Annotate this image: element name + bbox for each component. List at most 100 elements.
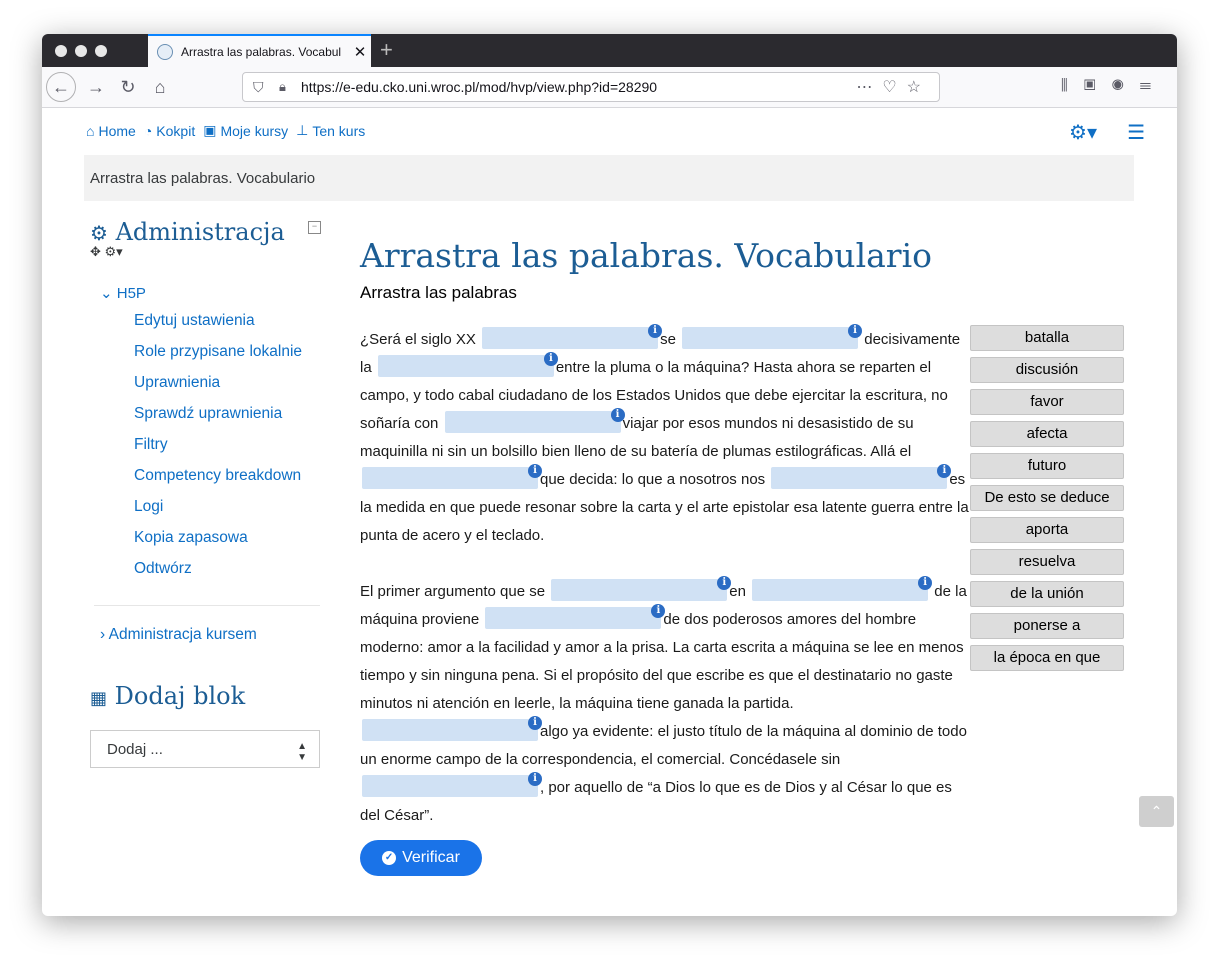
nav-ten-kurs-label[interactable]: Ten kurs xyxy=(312,123,365,139)
draggable-word[interactable]: discusión xyxy=(970,357,1124,383)
sidebar-item-edytuj-ustawienia[interactable]: Edytuj ustawienia xyxy=(134,312,326,343)
drop-zone[interactable]: i xyxy=(482,324,663,349)
page-title: Arrastra las palabras. Vocabulario xyxy=(360,236,932,275)
nav-home-label[interactable]: Home xyxy=(98,123,135,139)
verify-button[interactable]: ✓ Verificar xyxy=(360,840,482,876)
select-arrows-icon: ▲ ▼ xyxy=(297,741,307,763)
paragraph-2: El primer argumento que se i en i de la m… xyxy=(360,576,970,830)
text-segment: que decida: lo que a nosotros nos xyxy=(540,471,770,488)
sidebar-item-competency[interactable]: Competency breakdown xyxy=(134,467,326,498)
drop-zone[interactable]: i xyxy=(362,716,542,741)
sidebar-item-role[interactable]: Role przypisane lokalnie xyxy=(134,343,326,374)
drop-zone[interactable]: i xyxy=(377,352,558,377)
drop-zone[interactable]: i xyxy=(485,604,666,629)
toolbar-icons[interactable]: ⫼▣◉☰ xyxy=(1061,77,1167,94)
cogs-icon: ⚙ xyxy=(90,221,108,245)
drawer-toggle-icon[interactable]: ☰ xyxy=(1127,120,1145,145)
main-content: Arrastra las palabras. Vocabulario Arras… xyxy=(360,236,969,824)
draggable-word[interactable]: aporta xyxy=(970,517,1124,543)
blocks-icon: ▦ xyxy=(90,688,108,709)
draggable-word[interactable]: favor xyxy=(970,389,1124,415)
draggable-word[interactable]: afecta xyxy=(970,421,1124,447)
page-content: ⌂ Home ◔ Kokpit ▣ Moje kursy ⊥ Ten kurs ⚙▾ ☰… xyxy=(42,108,1177,916)
url-bar[interactable]: ⛉ 🔒︎ https://e-edu.cko.uni.wroc.pl/mod/h… xyxy=(242,72,940,102)
sidebar-item-kopia[interactable]: Kopia zapasowa xyxy=(134,529,326,560)
reload-button[interactable]: ↻ xyxy=(114,73,142,101)
drop-zone[interactable]: i xyxy=(362,464,542,489)
draggable-word[interactable]: De esto se deduce xyxy=(970,485,1124,511)
sidebar-item-uprawnienia[interactable]: Uprawnienia xyxy=(134,374,326,405)
settings-gear-icon[interactable]: ⚙▾ xyxy=(1069,120,1097,145)
sidebar-item-odtworz[interactable]: Odtwórz xyxy=(134,560,326,591)
info-icon[interactable]: i xyxy=(918,576,933,590)
text-segment: ¿Será el siglo XX xyxy=(360,331,481,348)
text-segment: en xyxy=(729,583,751,600)
text-segment: se xyxy=(660,331,681,348)
block-gear-icon[interactable]: ⚙▾ xyxy=(105,244,123,259)
tab-title: Arrastra las palabras. Vocabul xyxy=(181,44,342,59)
tree-course-admin[interactable]: › Administracja kursem xyxy=(100,626,326,644)
favicon-icon xyxy=(157,43,173,60)
info-icon[interactable]: i xyxy=(648,324,663,338)
tree-h5p-label[interactable]: H5P xyxy=(117,285,146,302)
sidebar-item-logi[interactable]: Logi xyxy=(134,498,326,529)
info-icon[interactable]: i xyxy=(528,716,542,730)
add-block-select-value[interactable]: Dodaj ... xyxy=(107,741,163,758)
divider xyxy=(94,605,320,606)
sidebar-item-filtry[interactable]: Filtry xyxy=(134,436,326,467)
top-navigation: ⌂ Home ◔ Kokpit ▣ Moje kursy ⊥ Ten kurs xyxy=(86,122,365,139)
home-button[interactable]: ⌂ xyxy=(146,73,174,101)
nav-home[interactable]: ⌂ Home xyxy=(86,122,136,139)
drop-zone[interactable]: i xyxy=(551,576,732,601)
collapse-block-icon[interactable]: − xyxy=(308,221,321,234)
close-tab-icon[interactable]: ✕ xyxy=(349,43,371,61)
draggable-word[interactable]: resuelva xyxy=(970,549,1124,575)
back-button[interactable]: ← xyxy=(46,72,76,102)
info-icon[interactable]: i xyxy=(528,464,542,478)
browser-tab[interactable]: Arrastra las palabras. Vocabul ✕ xyxy=(148,34,371,67)
info-icon[interactable]: i xyxy=(528,772,542,786)
text-segment: viajar por esos mundos ni desasistido de… xyxy=(360,415,914,460)
info-icon[interactable]: i xyxy=(848,324,863,338)
verify-label[interactable]: Verificar xyxy=(402,849,460,867)
title-bar: Arrastra las palabras. Vocabul ✕ + xyxy=(42,34,1177,67)
drop-zone[interactable]: i xyxy=(752,576,933,601)
sidebar-item-sprawdz[interactable]: Sprawdź uprawnienia xyxy=(134,405,326,436)
admin-tree: ⌄ H5P Edytuj ustawienia Role przypisane … xyxy=(90,284,326,644)
block-controls[interactable]: ✥ ⚙▾ xyxy=(90,244,326,260)
drop-zone[interactable]: i xyxy=(444,408,625,433)
info-icon[interactable]: i xyxy=(543,352,558,366)
tree-h5p[interactable]: ⌄ H5P xyxy=(100,284,326,302)
nav-kokpit[interactable]: ◔ Kokpit xyxy=(144,122,195,139)
draggable-word[interactable]: batalla xyxy=(970,325,1124,351)
nav-ten-kurs[interactable]: ⊥ Ten kurs xyxy=(296,122,365,139)
course-admin-label[interactable]: Administracja kursem xyxy=(109,626,257,643)
close-window-button[interactable] xyxy=(55,45,67,57)
forward-button[interactable]: → xyxy=(82,73,110,101)
url-text[interactable]: https://e-edu.cko.uni.wroc.pl/mod/hvp/vi… xyxy=(301,79,657,95)
minimize-window-button[interactable] xyxy=(75,45,87,57)
drop-zone[interactable]: i xyxy=(362,772,542,797)
nav-kokpit-label[interactable]: Kokpit xyxy=(156,123,195,139)
dashboard-icon: ◔ xyxy=(143,122,153,139)
chevron-down-icon: ⌄ xyxy=(100,285,113,302)
add-block-select[interactable]: Dodaj ... ▲ ▼ xyxy=(90,730,320,768)
move-icon[interactable]: ✥ xyxy=(90,244,101,259)
maximize-window-button[interactable] xyxy=(95,45,107,57)
draggable-word[interactable]: la época en que xyxy=(970,645,1124,671)
info-icon[interactable]: i xyxy=(610,408,625,422)
nav-moje-kursy[interactable]: ▣ Moje kursy xyxy=(203,122,288,139)
nav-moje-kursy-label[interactable]: Moje kursy xyxy=(220,123,288,139)
shield-icon[interactable]: ⛉ xyxy=(253,79,264,96)
drop-zone[interactable]: i xyxy=(771,464,952,489)
draggable-word[interactable]: de la unión xyxy=(970,581,1124,607)
draggable-word[interactable]: ponerse a xyxy=(970,613,1124,639)
page-actions-icons[interactable]: ⋯♡☆ xyxy=(856,77,931,97)
draggable-word[interactable]: futuro xyxy=(970,453,1124,479)
paragraph-1: ¿Será el siglo XX i se i decisivamente la… xyxy=(360,324,970,550)
new-tab-button[interactable]: + xyxy=(380,37,393,63)
drop-zone[interactable]: i xyxy=(682,324,863,349)
add-block-title: ▦ Dodaj blok xyxy=(90,682,326,710)
add-block-title-text: Dodaj blok xyxy=(114,682,246,710)
scroll-to-top-button[interactable]: ⌃ xyxy=(1139,796,1174,827)
